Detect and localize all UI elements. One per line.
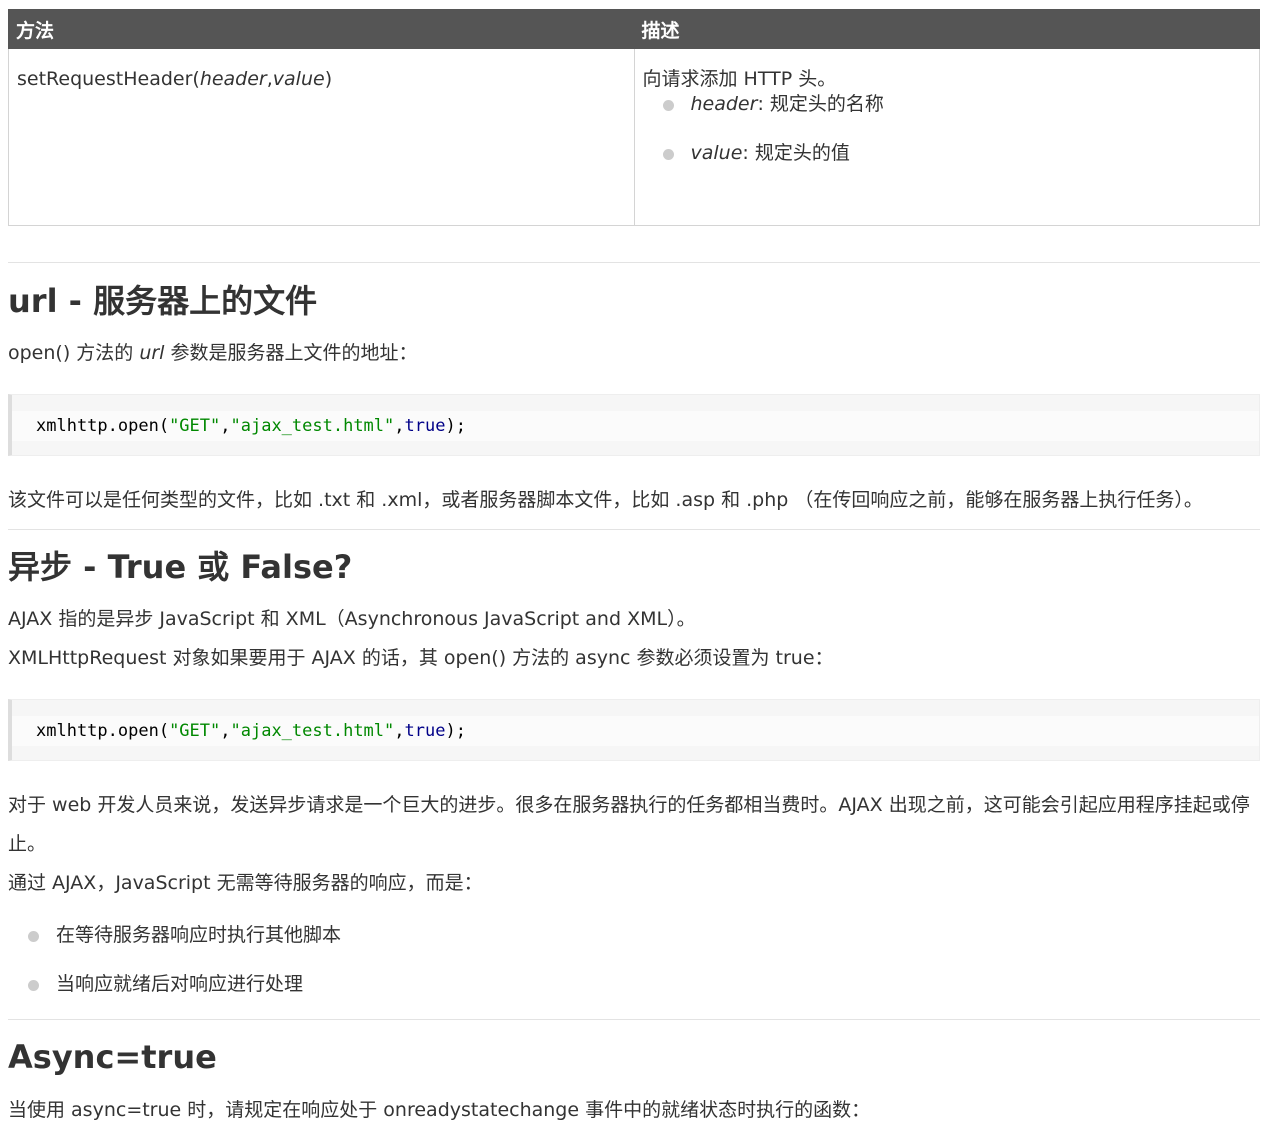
- async-benefits-list: 在等待服务器响应时执行其他脚本 当响应就绪后对响应进行处理: [8, 922, 341, 997]
- divider: [8, 1019, 1260, 1020]
- url-intro-b: 参数是服务器上文件的地址：: [164, 342, 418, 364]
- reference-table: 方法 描述 setRequestHeader(header,value) 向请求…: [8, 9, 1260, 226]
- list-item: value: 规定头的值: [643, 140, 1252, 166]
- param-desc: : 规定头的值: [742, 142, 850, 164]
- param-term: value: [690, 142, 743, 164]
- code-example-async: xmlhttp.open("GET","ajax_test.html",true…: [8, 699, 1260, 761]
- method-param-header: header: [199, 68, 267, 90]
- bullet-icon: [662, 100, 674, 111]
- url-file-types: 该文件可以是任何类型的文件，比如 .txt 和 .xml，或者服务器脚本文件，比…: [8, 489, 1203, 511]
- description-cell: 向请求添加 HTTP 头。 header: 规定头的名称 value: 规定头的…: [633, 48, 1260, 226]
- method-signature: setRequestHeader(header,value): [17, 67, 626, 91]
- list-item: header: 规定头的名称: [643, 91, 1252, 117]
- method-close: ): [324, 68, 333, 90]
- async-p3: 对于 web 开发人员来说，发送异步请求是一个巨大的进步。很多在服务器执行的任务…: [8, 794, 1250, 855]
- section-heading-async-true: Async=true: [8, 1038, 217, 1076]
- param-list: header: 规定头的名称 value: 规定头的值: [643, 91, 1252, 166]
- param-term: header: [690, 93, 758, 115]
- async-p2: XMLHttpRequest 对象如果要用于 AJAX 的话，其 open() …: [8, 647, 834, 669]
- url-intro-term: url: [139, 342, 165, 364]
- method-cell: setRequestHeader(header,value): [8, 48, 635, 226]
- section-heading-async: 异步 - True 或 False?: [8, 548, 353, 586]
- column-header-method: 方法: [8, 9, 635, 49]
- async-p1: AJAX 指的是异步 JavaScript 和 XML（Asynchronous…: [8, 608, 696, 630]
- bullet-icon: [28, 931, 39, 942]
- param-desc: : 规定头的名称: [757, 93, 884, 115]
- divider: [8, 529, 1260, 530]
- list-item-text: 在等待服务器响应时执行其他脚本: [56, 924, 342, 946]
- code-text: xmlhttp.open("GET","ajax_test.html",true…: [36, 416, 466, 436]
- async-true-p1: 当使用 async=true 时，请规定在响应处于 onreadystatech…: [8, 1099, 871, 1121]
- url-intro: open() 方法的 url 参数是服务器上文件的地址：: [8, 340, 418, 366]
- method-name: setRequestHeader(: [17, 68, 200, 90]
- content: 方法 描述 setRequestHeader(header,value) 向请求…: [8, 9, 1260, 1121]
- code-text: xmlhttp.open("GET","ajax_test.html",true…: [36, 721, 466, 741]
- section-heading-url: url - 服务器上的文件: [8, 282, 318, 320]
- method-param-value: value: [272, 68, 325, 90]
- async-p4: 通过 AJAX，JavaScript 无需等待服务器的响应，而是：: [8, 872, 483, 894]
- table-row: setRequestHeader(header,value) 向请求添加 HTT…: [8, 48, 1260, 226]
- description-text: 向请求添加 HTTP 头。: [642, 68, 837, 90]
- list-item: 当响应就绪后对响应进行处理: [8, 971, 341, 997]
- table-header-row: 方法 描述: [8, 9, 1260, 49]
- list-item: 在等待服务器响应时执行其他脚本: [8, 922, 341, 948]
- column-header-description: 描述: [633, 9, 1260, 49]
- bullet-icon: [28, 980, 39, 991]
- url-intro-a: open() 方法的: [8, 342, 140, 364]
- code-example-url: xmlhttp.open("GET","ajax_test.html",true…: [8, 394, 1260, 456]
- list-item-text: 当响应就绪后对响应进行处理: [56, 973, 304, 995]
- bullet-icon: [662, 149, 674, 160]
- divider: [8, 262, 1260, 263]
